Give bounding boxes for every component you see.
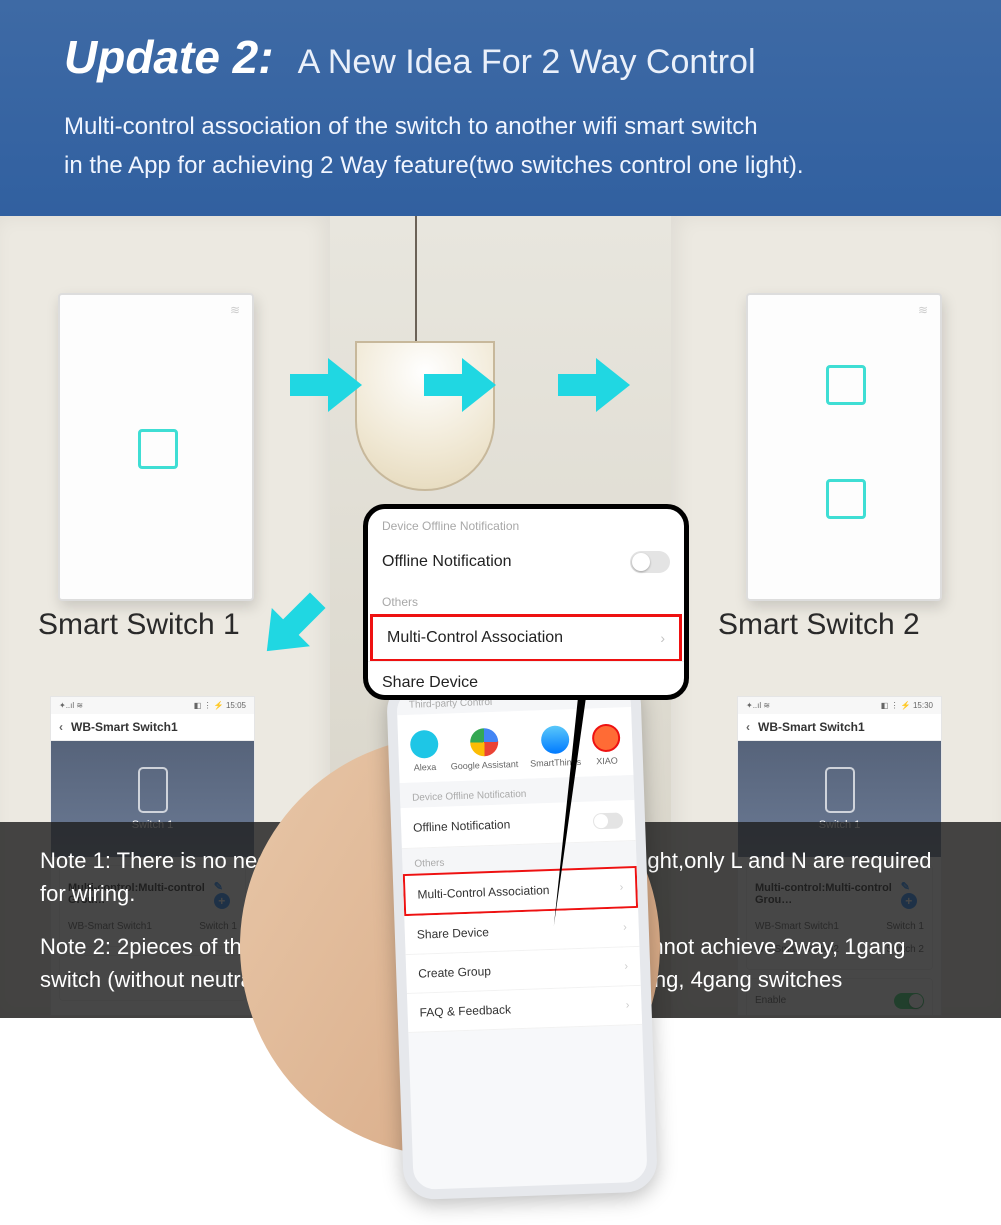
status-time: ◧ ⋮ ⚡ 15:30 [881, 701, 933, 710]
smart-switch-2-panel: ≋ [746, 293, 942, 601]
popup-row-multi-control[interactable]: Multi-Control Association › [370, 614, 682, 662]
phone-mockup: Third-party Control Alexa Google Assista… [386, 671, 658, 1200]
switch-1-label: Smart Switch 1 [38, 608, 240, 642]
xiao-icon [592, 723, 621, 752]
back-icon[interactable]: ‹ [59, 720, 63, 734]
device-icon [825, 767, 855, 813]
settings-popup-zoom: Device Offline Notification Offline Noti… [363, 504, 689, 700]
chevron-right-icon: › [660, 630, 665, 646]
update-title: Update 2: [64, 30, 274, 84]
chevron-right-icon: › [626, 999, 630, 1011]
desc-line-1: Multi-control association of the switch … [64, 108, 951, 147]
arrow-right-icon [424, 358, 494, 412]
switch-button-icon [826, 479, 866, 519]
chevron-right-icon: › [619, 881, 623, 893]
app-header: ‹ WB-Smart Switch1 [51, 714, 254, 741]
switch-button-icon [138, 429, 178, 469]
desc-line-2: in the App for achieving 2 Way feature(t… [64, 147, 951, 186]
popup-share-label: Share Device [382, 674, 478, 692]
device-icon [138, 767, 168, 813]
status-signal: ✦..ıl ≋ [59, 701, 83, 710]
header-description: Multi-control association of the switch … [64, 108, 951, 186]
popup-section-others: Others [368, 585, 684, 615]
wifi-icon: ≋ [230, 303, 240, 317]
switch-2-label: Smart Switch 2 [718, 608, 920, 642]
popup-row-offline[interactable]: Offline Notification [368, 539, 684, 585]
toggle-off-icon[interactable] [593, 812, 624, 829]
arrow-right-icon [290, 358, 360, 412]
app-title: WB-Smart Switch1 [71, 720, 178, 734]
google-assistant-icon [469, 727, 498, 756]
switch-button-icon [826, 365, 866, 405]
arrow-right-icon [558, 358, 628, 412]
status-bar: ✦..ıl ≋ ◧ ⋮ ⚡ 15:05 [51, 697, 254, 714]
popup-row-share[interactable]: Share Device [368, 661, 684, 700]
phone-row-faq[interactable]: FAQ & Feedback› [407, 986, 642, 1033]
chevron-right-icon: › [623, 921, 627, 933]
popup-multi-label: Multi-Control Association [387, 629, 563, 647]
alexa-icon [410, 730, 439, 759]
update-subtitle: A New Idea For 2 Way Control [298, 43, 756, 82]
wifi-icon: ≋ [918, 303, 928, 317]
assistant-xiao[interactable]: XIAO [592, 723, 621, 766]
hand-holding-phone: Third-party Control Alexa Google Assista… [270, 656, 790, 1076]
illustration-scene: ≋ ≋ Smart Switch 1 Smart Switch 2 Device… [0, 216, 1001, 1018]
smart-switch-1-panel: ≋ [58, 293, 254, 601]
toggle-off-icon[interactable] [630, 551, 670, 573]
arrow-row [290, 358, 628, 412]
smartthings-icon [540, 725, 569, 754]
chevron-right-icon: › [624, 960, 628, 972]
popup-section-notification: Device Offline Notification [368, 509, 684, 539]
assistant-google[interactable]: Google Assistant [450, 727, 519, 771]
status-time: ◧ ⋮ ⚡ 15:05 [194, 701, 246, 710]
popup-offline-label: Offline Notification [382, 553, 512, 571]
assistant-alexa[interactable]: Alexa [410, 730, 439, 773]
third-party-assistants: Alexa Google Assistant SmartThings XIAO [397, 707, 633, 783]
header: Update 2: A New Idea For 2 Way Control M… [0, 0, 1001, 216]
